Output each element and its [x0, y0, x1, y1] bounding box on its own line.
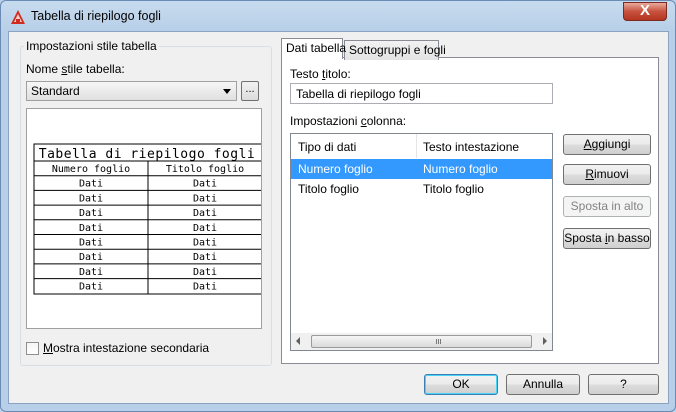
preview-data-cell: Dati: [193, 223, 217, 234]
scroll-right-icon[interactable]: [543, 337, 547, 345]
preview-data-cell: Dati: [79, 282, 103, 293]
grip-icon: [436, 339, 437, 344]
table-style-value: Standard: [31, 84, 80, 98]
column-settings-label: Impostazioni colonna:: [290, 114, 407, 128]
add-button[interactable]: Aggiungi: [563, 134, 651, 155]
list-item[interactable]: Numero foglio Numero foglio: [291, 159, 552, 179]
title-text-label: Testo titolo:: [290, 67, 351, 81]
browse-style-button[interactable]: ...: [241, 81, 259, 101]
help-button[interactable]: ?: [588, 374, 659, 395]
title-text-input[interactable]: Tabella di riepilogo fogli: [290, 83, 553, 104]
list-item-data-type: Numero foglio: [298, 162, 373, 176]
tab-subgroups-sheets[interactable]: Sottogruppi e fogli: [344, 40, 446, 60]
close-icon: X: [639, 2, 650, 19]
preview-data-cell: Dati: [79, 179, 103, 190]
preview-header-cell: Titolo foglio: [166, 164, 244, 175]
ok-button[interactable]: OK: [424, 374, 498, 395]
chevron-down-icon: [223, 89, 231, 94]
preview-data-cell: Dati: [193, 267, 217, 278]
preview-data-cell: Dati: [79, 238, 103, 249]
column-divider[interactable]: [416, 134, 417, 158]
column-header-data-type[interactable]: Tipo di dati: [298, 140, 356, 154]
close-button[interactable]: X: [623, 2, 667, 21]
preview-data-cell: Dati: [193, 208, 217, 219]
cancel-button[interactable]: Annulla: [506, 374, 580, 395]
table-preview: Tabella di riepilogo fogli Numero foglio…: [26, 108, 263, 329]
preview-data-cell: Dati: [79, 252, 103, 263]
list-item-heading-text: Numero foglio: [423, 162, 498, 176]
autocad-logo-icon: [11, 10, 25, 24]
show-secondary-header-checkbox[interactable]: [26, 342, 39, 355]
list-item[interactable]: Titolo foglio Titolo foglio: [291, 179, 552, 199]
move-up-button[interactable]: Sposta in alto: [563, 196, 651, 217]
list-item-data-type: Titolo foglio: [298, 182, 359, 196]
title-text-value: Tabella di riepilogo fogli: [296, 87, 421, 101]
window-title: Tabella di riepilogo fogli: [31, 9, 161, 23]
list-header: Tipo di dati Testo intestazione: [291, 134, 552, 160]
preview-data-cell: Dati: [79, 208, 103, 219]
title-bar[interactable]: Tabella di riepilogo fogli X: [1, 1, 675, 31]
preview-data-cell: Dati: [79, 267, 103, 278]
table-style-dropdown[interactable]: Standard: [26, 81, 237, 101]
preview-data-cell: Dati: [193, 238, 217, 249]
preview-data-cell: Dati: [193, 282, 217, 293]
tab-table-data[interactable]: Dati tabella: [281, 38, 346, 59]
preview-data-cell: Dati: [193, 193, 217, 204]
table-preview-graphic: Tabella di riepilogo fogli Numero foglio…: [33, 143, 263, 295]
scrollbar-thumb[interactable]: [311, 335, 532, 348]
preview-data-cell: Dati: [193, 179, 217, 190]
preview-title: Tabella di riepilogo fogli: [39, 147, 256, 162]
preview-data-cell: Dati: [193, 252, 217, 263]
show-secondary-header-label[interactable]: Mostra intestazione secondaria: [43, 341, 209, 355]
column-settings-list[interactable]: Tipo di dati Testo intestazione Numero f…: [290, 133, 553, 351]
column-header-heading-text[interactable]: Testo intestazione: [423, 140, 519, 154]
preview-data-cell: Dati: [79, 193, 103, 204]
style-name-label: Nome stile tabella:: [26, 62, 125, 76]
scroll-left-icon[interactable]: [296, 337, 300, 345]
list-item-heading-text: Titolo foglio: [423, 182, 484, 196]
horizontal-scrollbar[interactable]: [291, 333, 552, 350]
preview-header-cell: Numero foglio: [52, 164, 130, 175]
remove-button[interactable]: Rimuovi: [563, 164, 651, 185]
preview-data-cell: Dati: [79, 223, 103, 234]
move-down-button[interactable]: Sposta in basso: [563, 228, 651, 249]
table-style-group-title: Impostazioni stile tabella: [24, 39, 159, 53]
